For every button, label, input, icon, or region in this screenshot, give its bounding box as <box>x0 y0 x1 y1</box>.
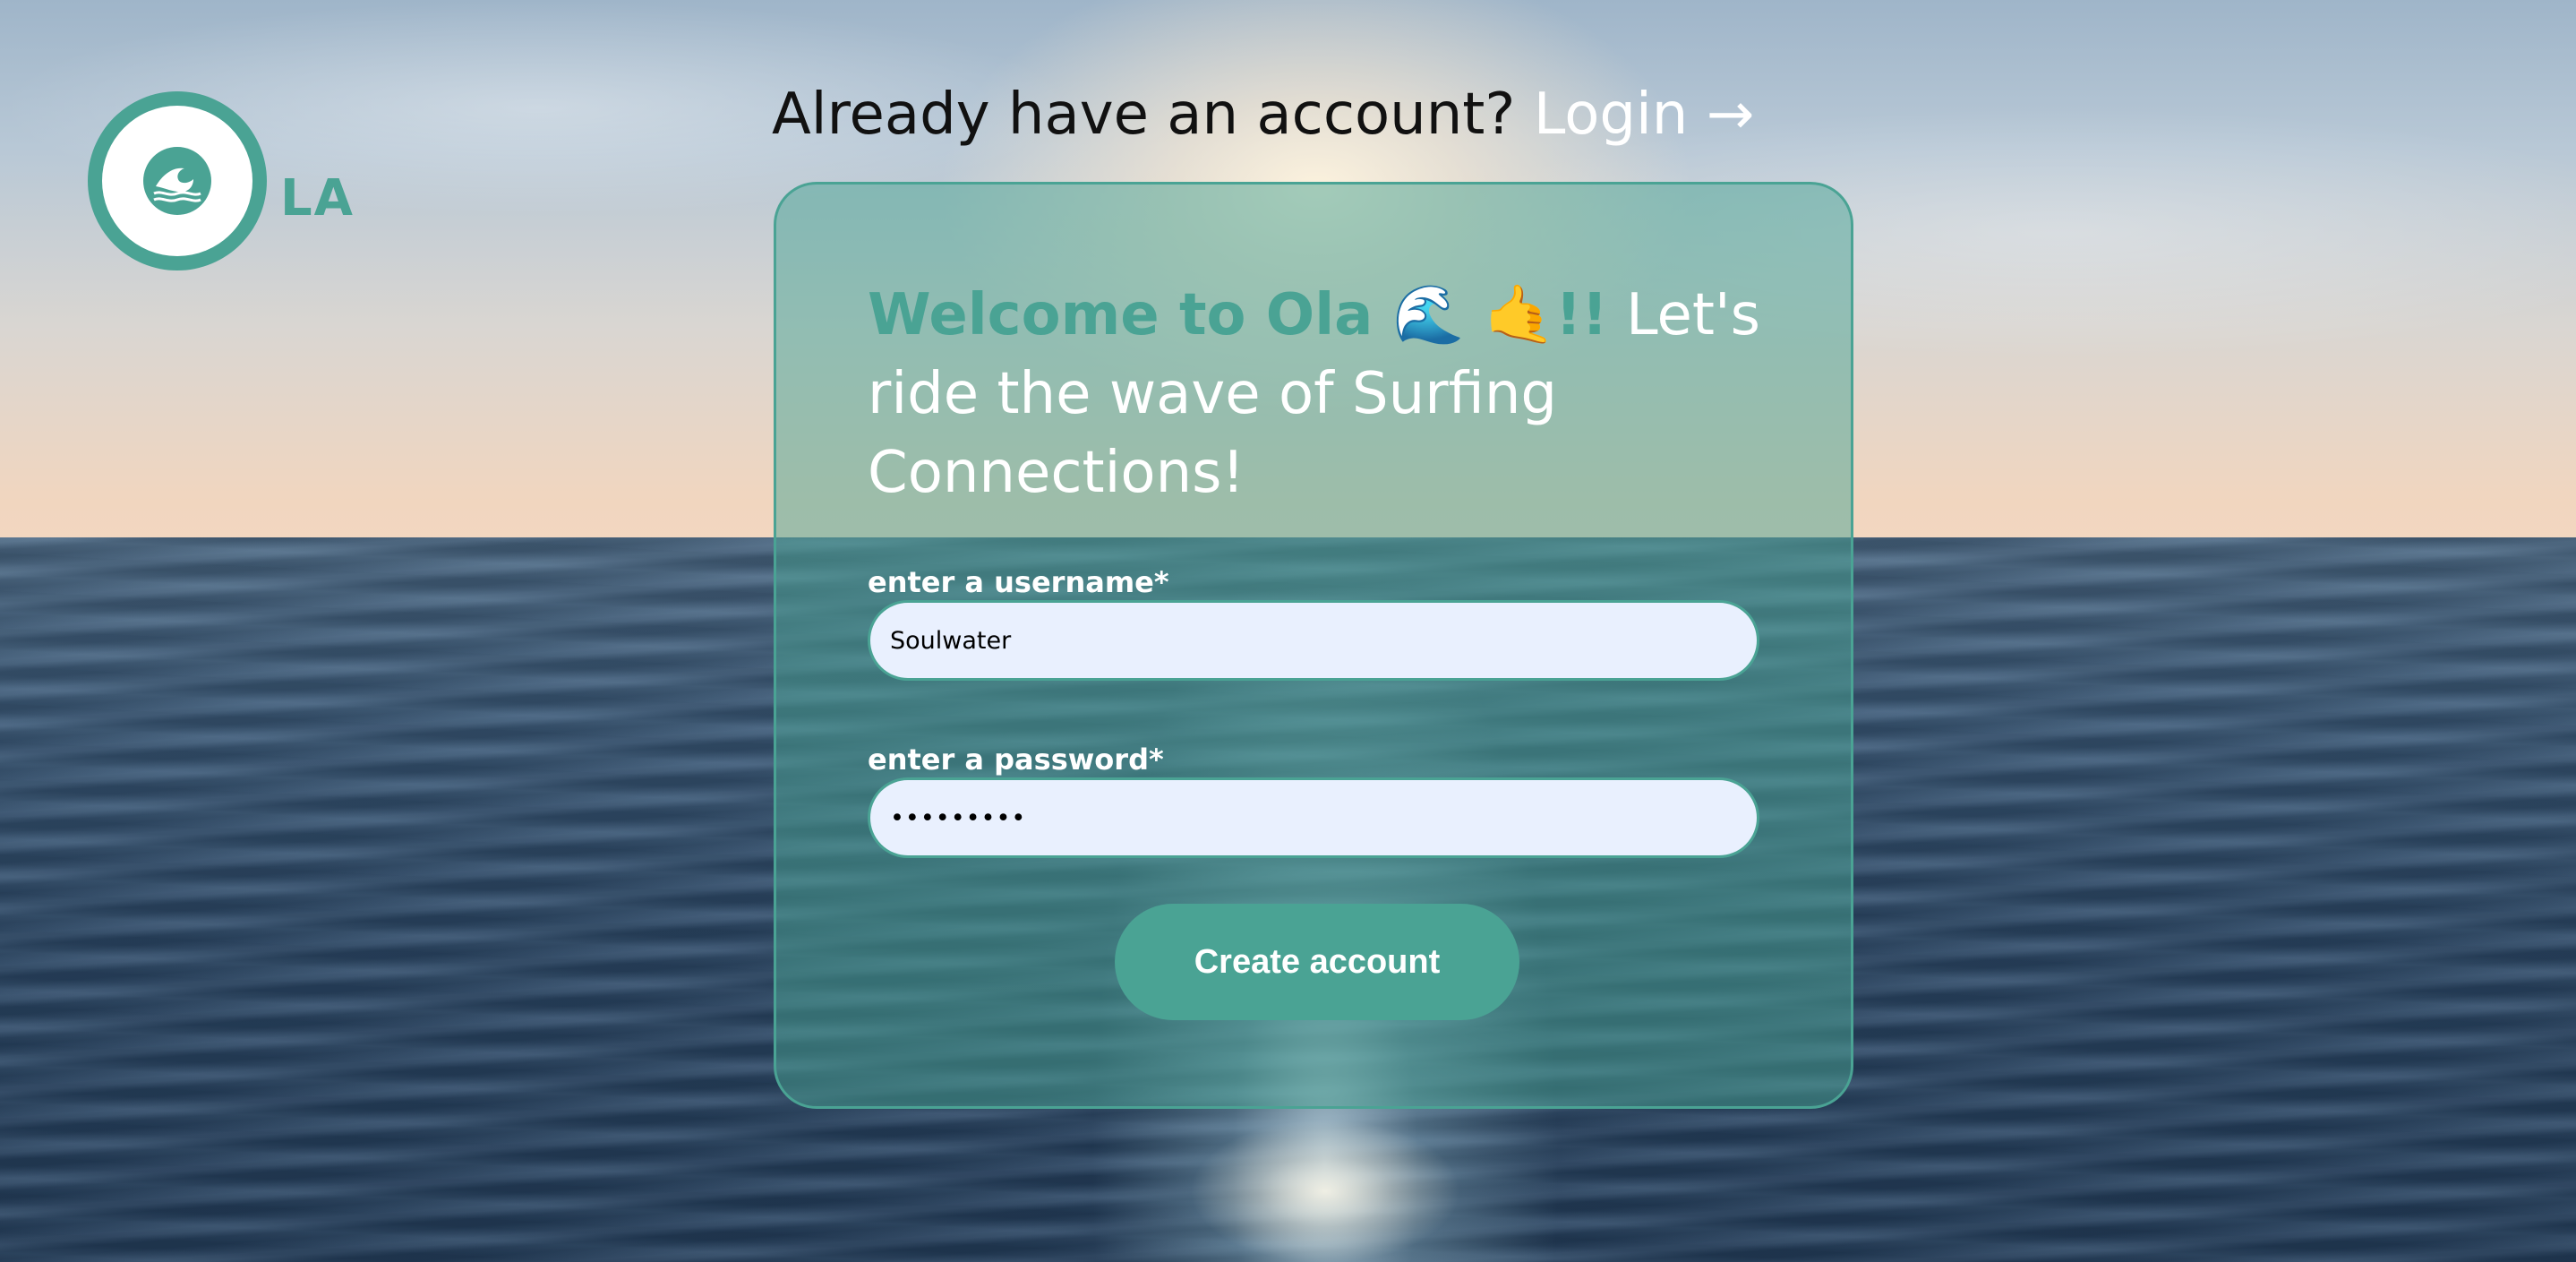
welcome-heading: Welcome to Ola 🌊 🤙!! Let's ride the wave… <box>868 276 1772 512</box>
logo-text: LA <box>280 169 355 228</box>
brand-logo[interactable] <box>88 91 267 270</box>
signup-page: LA Already have an account? Login → Welc… <box>0 0 2576 1262</box>
create-account-button[interactable]: Create account <box>1115 904 1519 1020</box>
sun-reflection <box>1191 1093 1459 1262</box>
password-label: enter a password* <box>868 743 1164 777</box>
username-input[interactable] <box>868 600 1759 681</box>
wave-icon <box>153 167 201 202</box>
welcome-heading-accent: Welcome to Ola 🌊 🤙!! <box>868 282 1608 348</box>
username-label: enter a username* <box>868 565 1169 599</box>
login-prompt: Already have an account? Login → <box>772 79 1754 150</box>
login-link[interactable]: Login → <box>1534 82 1755 148</box>
signup-card: Welcome to Ola 🌊 🤙!! Let's ride the wave… <box>774 182 1853 1109</box>
password-input[interactable] <box>868 777 1759 858</box>
login-prompt-text: Already have an account? <box>772 82 1516 148</box>
